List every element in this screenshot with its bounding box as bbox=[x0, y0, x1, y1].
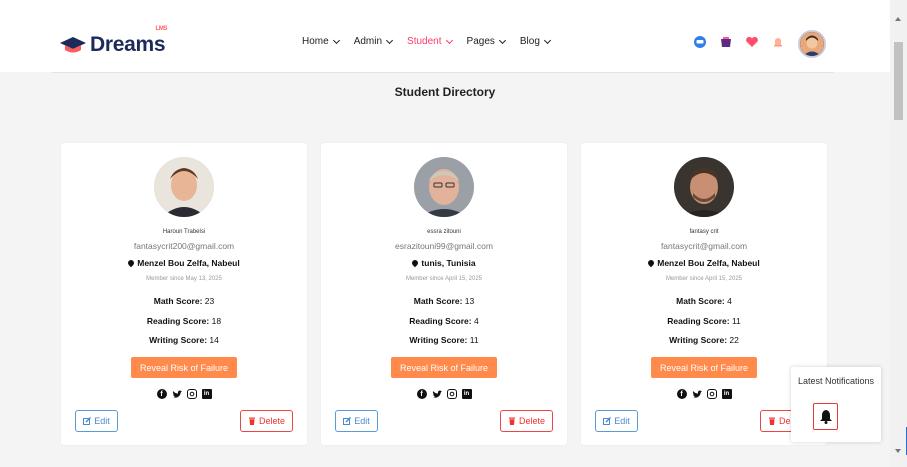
heart-icon[interactable] bbox=[744, 34, 760, 50]
logo[interactable]: Dreams LMS bbox=[60, 26, 168, 60]
page-title: Student Directory bbox=[394, 85, 496, 99]
scroll-down-arrow[interactable] bbox=[895, 449, 901, 453]
instagram-icon[interactable] bbox=[446, 389, 457, 399]
student-avatar bbox=[414, 157, 474, 217]
instagram-icon[interactable] bbox=[186, 389, 197, 399]
edit-button[interactable]: Edit bbox=[75, 410, 118, 432]
chevron-down-icon bbox=[445, 36, 453, 44]
notification-bell-button[interactable] bbox=[813, 403, 838, 430]
reveal-risk-button[interactable]: Reveal Risk of Failure bbox=[391, 357, 497, 378]
reveal-risk-button[interactable]: Reveal Risk of Failure bbox=[651, 357, 757, 378]
reveal-risk-button[interactable]: Reveal Risk of Failure bbox=[131, 357, 237, 378]
map-pin-icon bbox=[411, 258, 420, 268]
math-score: Math Score: 4 bbox=[676, 296, 732, 306]
trash-icon bbox=[248, 417, 255, 425]
nav-blog[interactable]: Blog bbox=[520, 36, 551, 47]
linkedin-icon[interactable]: in bbox=[461, 389, 472, 399]
student-email: esrazitouni99@gmail.com bbox=[395, 241, 493, 251]
logo-superscript: LMS bbox=[155, 26, 168, 32]
writing-score: Writing Score: 22 bbox=[669, 335, 739, 345]
nav-student[interactable]: Student bbox=[407, 36, 453, 47]
student-name: Haroun Trabelsi bbox=[162, 229, 206, 235]
edit-icon bbox=[603, 417, 612, 425]
member-since: Member since April 15, 2025 bbox=[665, 276, 743, 282]
twitter-icon[interactable] bbox=[172, 389, 182, 399]
delete-button[interactable]: Delete bbox=[500, 410, 553, 432]
map-pin-icon bbox=[647, 258, 656, 268]
student-name: essra zitouni bbox=[427, 229, 461, 235]
facebook-icon[interactable]: f bbox=[416, 389, 427, 399]
student-card: essra zitouni esrazitouni99@gmail.com tu… bbox=[321, 143, 567, 445]
scroll-thumb[interactable] bbox=[894, 42, 903, 120]
member-since: Member since April 15, 2025 bbox=[405, 276, 483, 282]
header-icons bbox=[692, 34, 796, 50]
reading-score: Reading Score: 11 bbox=[667, 316, 741, 326]
student-avatar bbox=[154, 157, 214, 217]
member-since: Member since May 13, 2025 bbox=[146, 276, 222, 282]
facebook-icon[interactable]: f bbox=[676, 389, 687, 399]
reading-score: Reading Score: 4 bbox=[409, 316, 479, 326]
top-header: Dreams LMS Home Admin Student Pages Blog bbox=[0, 0, 890, 72]
linkedin-icon[interactable]: in bbox=[721, 389, 732, 399]
chevron-down-icon bbox=[386, 36, 394, 44]
edit-icon bbox=[343, 417, 352, 425]
page-scrollbar[interactable] bbox=[890, 0, 907, 467]
facebook-icon[interactable]: f bbox=[156, 389, 167, 399]
scroll-up-arrow[interactable] bbox=[895, 17, 901, 21]
message-icon[interactable] bbox=[692, 34, 708, 50]
student-location: Menzel Bou Zelfa, Nabeul bbox=[61, 258, 307, 268]
social-links: f in bbox=[321, 389, 567, 399]
twitter-icon[interactable] bbox=[432, 389, 442, 399]
notifications-title: Latest Notifications bbox=[797, 376, 875, 386]
delete-button[interactable]: Delete bbox=[240, 410, 293, 432]
notifications-panel: Latest Notifications bbox=[791, 367, 881, 442]
logo-text: Dreams LMS bbox=[90, 26, 168, 56]
reading-score: Reading Score: 18 bbox=[146, 316, 222, 326]
edit-icon bbox=[83, 417, 92, 425]
student-location: tunis, Tunisia bbox=[321, 258, 567, 268]
cart-icon[interactable] bbox=[718, 34, 734, 50]
chevron-down-icon bbox=[332, 36, 340, 44]
user-avatar[interactable] bbox=[798, 30, 826, 58]
bell-icon[interactable] bbox=[770, 34, 786, 50]
nav-home[interactable]: Home bbox=[302, 36, 340, 47]
header-divider bbox=[52, 72, 834, 73]
trash-icon bbox=[508, 417, 515, 425]
student-card: Haroun Trabelsi fantasycrit200@gmail.com… bbox=[61, 143, 307, 445]
student-email: fantasycrit200@gmail.com bbox=[133, 241, 235, 251]
social-links: f in bbox=[61, 389, 307, 399]
trash-icon bbox=[768, 417, 775, 425]
student-avatar bbox=[674, 157, 734, 217]
student-email: fantasycrit@gmail.com bbox=[660, 241, 748, 251]
graduation-cap-icon bbox=[60, 37, 86, 53]
chevron-down-icon bbox=[543, 36, 551, 44]
instagram-icon[interactable] bbox=[706, 389, 717, 399]
bell-icon bbox=[819, 410, 832, 424]
math-score: Math Score: 23 bbox=[153, 296, 215, 306]
nav-admin[interactable]: Admin bbox=[354, 36, 394, 47]
edit-button[interactable]: Edit bbox=[335, 410, 378, 432]
linkedin-icon[interactable]: in bbox=[201, 389, 212, 399]
student-name: fantasy crit bbox=[689, 229, 719, 235]
math-score: Math Score: 13 bbox=[413, 296, 475, 306]
nav-pages[interactable]: Pages bbox=[467, 36, 506, 47]
writing-score: Writing Score: 14 bbox=[149, 335, 219, 345]
edit-button[interactable]: Edit bbox=[595, 410, 638, 432]
map-pin-icon bbox=[127, 258, 136, 268]
twitter-icon[interactable] bbox=[692, 389, 702, 399]
chevron-down-icon bbox=[498, 36, 506, 44]
writing-score: Writing Score: 11 bbox=[409, 335, 479, 345]
main-nav: Home Admin Student Pages Blog bbox=[302, 36, 565, 47]
student-location: Menzel Bou Zelfa, Nabeul bbox=[581, 258, 827, 268]
